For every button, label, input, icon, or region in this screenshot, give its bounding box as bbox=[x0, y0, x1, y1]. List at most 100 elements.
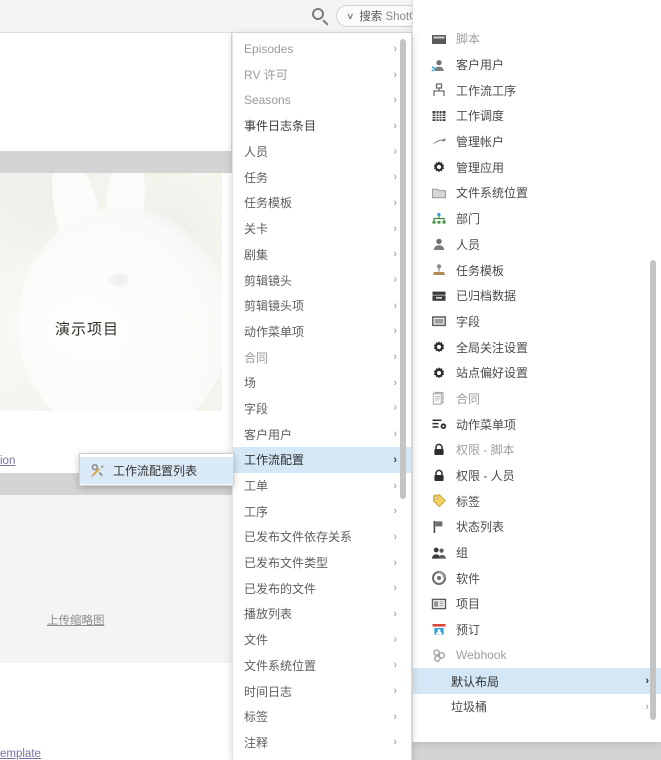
entity-menu-item-label: 场 bbox=[244, 376, 257, 391]
group-icon bbox=[432, 547, 446, 559]
entity-menu-item[interactable]: 动作菜单项 › bbox=[233, 319, 411, 345]
admin-menu-item[interactable]: 已归档数据 bbox=[413, 283, 661, 309]
entity-menu-item-label: 人员 bbox=[244, 145, 269, 160]
chevron-right-icon: › bbox=[393, 222, 397, 235]
entity-menu-item[interactable]: 文件系统位置 › bbox=[233, 653, 411, 679]
template-link[interactable]: emplate bbox=[0, 748, 41, 760]
entity-menu-item[interactable]: 标签 › bbox=[233, 704, 411, 730]
entity-menu-item-label: Seasons bbox=[244, 93, 291, 108]
folder-icon bbox=[432, 188, 446, 199]
search-dropdown-caret[interactable]: ∨ bbox=[346, 11, 354, 21]
entity-menu-item[interactable]: 合同 › bbox=[233, 344, 411, 370]
entity-menu-item[interactable]: 事件日志条目 › bbox=[233, 113, 411, 139]
admin-menu-item[interactable]: 项目 bbox=[413, 591, 661, 617]
upload-thumbnail-link[interactable]: 上传缩略图 bbox=[47, 612, 105, 628]
admin-menu-item-label: 组 bbox=[456, 546, 469, 561]
background-divider-band bbox=[0, 151, 232, 173]
submenu-item-workflow-config-list[interactable]: 工作流配置列表 bbox=[80, 457, 233, 484]
admin-menu-sub-item[interactable]: 默认布局 › bbox=[413, 668, 661, 694]
entity-menu-item[interactable]: 已发布的文件 › bbox=[233, 575, 411, 601]
background-page: 演示项目 ion 上传缩略图 emplate bbox=[0, 33, 232, 760]
entity-menu-item[interactable]: 人员 › bbox=[233, 139, 411, 165]
entity-menu-item[interactable]: RV 许可 › bbox=[233, 62, 411, 88]
entity-menu-item[interactable]: Seasons › bbox=[233, 87, 411, 113]
chevron-right-icon: › bbox=[393, 145, 397, 158]
admin-menu-item-label: 任务模板 bbox=[456, 263, 505, 278]
admin-menu-item[interactable]: 标签 bbox=[413, 488, 661, 514]
entity-menu-item[interactable]: 剪辑镜头 › bbox=[233, 267, 411, 293]
admin-menu-item[interactable]: 站点偏好设置 bbox=[413, 360, 661, 386]
chevron-right-icon: › bbox=[393, 685, 397, 698]
entity-menu-item-label: 播放列表 bbox=[244, 607, 293, 622]
entity-menu-item[interactable]: 任务模板 › bbox=[233, 190, 411, 216]
entity-menu-item[interactable]: 注释 › bbox=[233, 730, 411, 756]
admin-menu-sub-item[interactable]: 垃圾桶 › bbox=[413, 694, 661, 720]
entity-menu-item[interactable]: 工序 › bbox=[233, 498, 411, 524]
admin-menu-item[interactable]: 软件 bbox=[413, 565, 661, 591]
admin-menu-item[interactable]: 动作菜单项 bbox=[413, 411, 661, 437]
admin-menu-item[interactable]: 任务模板 bbox=[413, 257, 661, 283]
entity-menu-item[interactable]: 工作流配置 › bbox=[233, 447, 411, 473]
entity-menu-item-label: 工作流配置 bbox=[244, 453, 305, 468]
entity-menu-item[interactable]: 字段 › bbox=[233, 396, 411, 422]
entity-menu-item[interactable]: 已发布文件类型 › bbox=[233, 550, 411, 576]
search-icon[interactable] bbox=[310, 6, 330, 26]
chevron-right-icon: › bbox=[393, 94, 397, 107]
entity-menu-item[interactable]: 场 › bbox=[233, 370, 411, 396]
chevron-right-icon: › bbox=[393, 42, 397, 55]
workflow-step-icon bbox=[433, 83, 445, 97]
entity-menu-scrollbar[interactable] bbox=[400, 39, 406, 499]
admin-menu-item[interactable]: 合同 bbox=[413, 386, 661, 412]
entity-menu-item-label: 工序 bbox=[244, 504, 269, 519]
chevron-right-icon: › bbox=[393, 736, 397, 749]
entity-menu-item[interactable]: 剪辑镜头项 › bbox=[233, 293, 411, 319]
admin-menu-item-label: 全局关注设置 bbox=[456, 340, 529, 355]
entity-menu-item[interactable]: Episodes › bbox=[233, 36, 411, 62]
chevron-right-icon: › bbox=[393, 402, 397, 415]
entity-menu-item[interactable]: 客户用户 › bbox=[233, 421, 411, 447]
lock-icon bbox=[434, 443, 444, 455]
admin-menu-item[interactable]: Webhook bbox=[413, 643, 661, 669]
admin-menu-item[interactable]: 状态列表 bbox=[413, 514, 661, 540]
entity-menu-item-label: 字段 bbox=[244, 401, 269, 416]
admin-menu-item-label: 状态列表 bbox=[456, 520, 505, 535]
entity-menu-item-label: 关卡 bbox=[244, 222, 269, 237]
chevron-right-icon: › bbox=[393, 299, 397, 312]
manage-account-icon bbox=[432, 137, 447, 145]
admin-menu-item[interactable]: 全局关注设置 bbox=[413, 334, 661, 360]
admin-menu-scrollbar[interactable] bbox=[650, 260, 656, 720]
admin-menu-item[interactable]: 预订 bbox=[413, 617, 661, 643]
entity-menu-item[interactable]: 文件 › bbox=[233, 627, 411, 653]
chevron-right-icon: › bbox=[393, 479, 397, 492]
admin-menu-item[interactable]: 人员 bbox=[413, 232, 661, 258]
entity-type-menu-list: Episodes › RV 许可 › Seasons › 事件日志条目 › 人员 › 任务 › 任务模板… bbox=[233, 33, 411, 755]
entity-menu-item-label: 文件 bbox=[244, 633, 269, 648]
admin-menu-item[interactable]: 客户用户 bbox=[413, 52, 661, 78]
admin-menu-item[interactable]: 权限 - 脚本 bbox=[413, 437, 661, 463]
entity-menu-item[interactable]: 时间日志 › bbox=[233, 678, 411, 704]
entity-menu-item[interactable]: 播放列表 › bbox=[233, 601, 411, 627]
admin-menu-item[interactable]: 工作流工序 bbox=[413, 77, 661, 103]
admin-menu-item[interactable]: 部门 bbox=[413, 206, 661, 232]
entity-menu-item-label: 已发布文件依存关系 bbox=[244, 530, 353, 545]
workflow-config-submenu: 工作流配置列表 bbox=[79, 453, 234, 486]
person-icon bbox=[433, 239, 445, 251]
admin-menu-item[interactable]: 字段 bbox=[413, 309, 661, 335]
admin-menu-item[interactable]: 管理应用 bbox=[413, 154, 661, 180]
entity-menu-item-label: 合同 bbox=[244, 350, 269, 365]
project-thumbnail bbox=[0, 173, 222, 411]
entity-menu-item[interactable]: 已发布文件依存关系 › bbox=[233, 524, 411, 550]
entity-menu-item[interactable]: 关卡 › bbox=[233, 216, 411, 242]
entity-menu-item[interactable]: 工单 › bbox=[233, 473, 411, 499]
admin-menu-item[interactable]: 工作调度 bbox=[413, 103, 661, 129]
admin-menu-item[interactable]: 组 bbox=[413, 540, 661, 566]
admin-menu-item[interactable]: 管理帐户 bbox=[413, 129, 661, 155]
entity-menu-item[interactable]: 剧集 › bbox=[233, 242, 411, 268]
admin-menu-item[interactable]: 脚本 bbox=[413, 26, 661, 52]
entity-menu-item[interactable]: 任务 › bbox=[233, 164, 411, 190]
background-truncated-link[interactable]: ion bbox=[0, 455, 15, 467]
admin-menu-item-label: 工作流工序 bbox=[456, 83, 517, 98]
chevron-right-icon: › bbox=[393, 556, 397, 569]
admin-menu-item[interactable]: 权限 - 人员 bbox=[413, 463, 661, 489]
admin-menu-item[interactable]: 文件系统位置 bbox=[413, 180, 661, 206]
